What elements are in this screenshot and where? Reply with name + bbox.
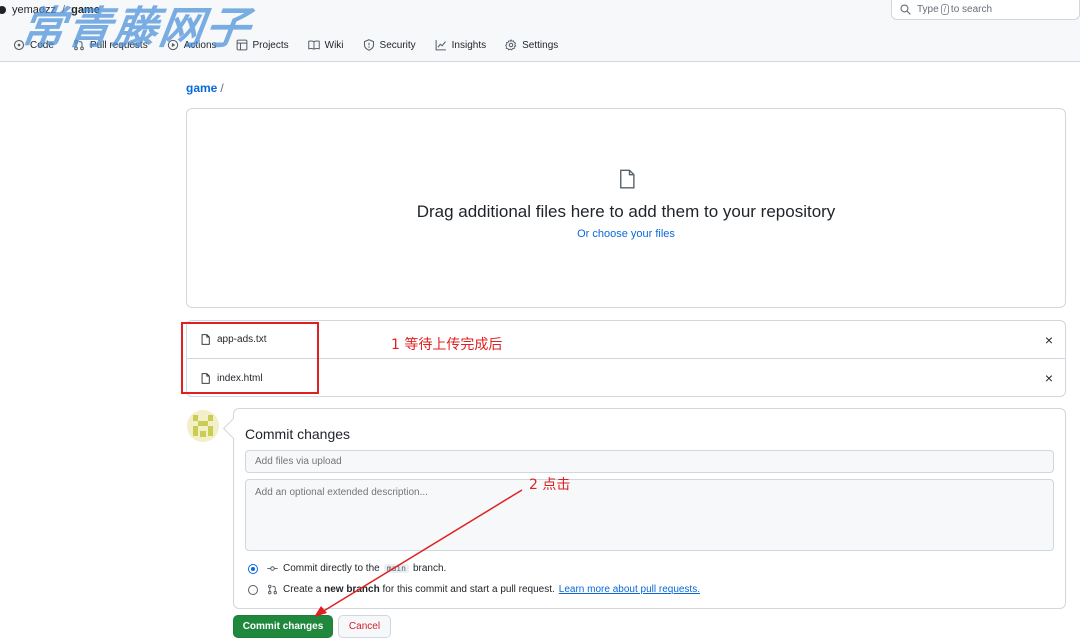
breadcrumb: game /: [186, 81, 224, 95]
remove-file-button[interactable]: ×: [1045, 332, 1053, 348]
dropzone-title: Drag additional files here to add them t…: [416, 202, 836, 221]
pull-request-icon: [74, 39, 84, 51]
tab-label: Code: [30, 39, 54, 51]
owner-avatar[interactable]: [0, 6, 6, 14]
repo-header: yemaozz / game Type / to search Code Pul…: [0, 0, 1080, 62]
commit-direct-suffix: branch.: [412, 563, 447, 574]
commit-new-branch-option[interactable]: Create a new branch for this commit and …: [248, 584, 700, 595]
dropzone-choose: Or choose your files: [187, 228, 1065, 240]
repo-link[interactable]: game: [71, 4, 100, 16]
gear-icon: [505, 39, 517, 51]
tab-label: Settings: [522, 39, 559, 51]
breadcrumb-repo-link[interactable]: game: [186, 81, 217, 95]
cancel-button[interactable]: Cancel: [338, 615, 391, 638]
tab-insights[interactable]: Insights: [435, 39, 486, 51]
file-icon: [201, 334, 210, 345]
tab-wiki[interactable]: Wiki: [307, 39, 344, 51]
annotation-step-1: 1 等待上传完成后: [391, 337, 503, 353]
list-item: index.html ×: [187, 359, 1065, 397]
graph-icon: [435, 40, 446, 51]
file-dropzone[interactable]: Drag additional files here to add them t…: [186, 108, 1066, 308]
file-icon: [620, 169, 635, 189]
commit-new-branch-radio[interactable]: [248, 584, 258, 595]
search-shortcut-key: /: [940, 4, 949, 15]
search-prefix: Type: [917, 4, 939, 15]
commit-summary-input[interactable]: [245, 450, 1054, 473]
repo-title: yemaozz / game: [0, 2, 100, 18]
search-icon: [900, 4, 911, 15]
choose-prefix: Or: [577, 228, 590, 240]
repo-separator: /: [62, 4, 66, 16]
book-icon: [307, 40, 320, 50]
tab-actions[interactable]: Actions: [167, 39, 217, 51]
tab-label: Security: [379, 39, 416, 51]
choose-files-link[interactable]: choose your files: [592, 228, 675, 240]
search-suffix: to search: [950, 4, 993, 15]
list-item: app-ads.txt ×: [187, 321, 1065, 359]
commit-title: Commit changes: [245, 426, 351, 442]
tab-code[interactable]: Code: [13, 39, 54, 51]
file-name: index.html: [217, 372, 263, 384]
file-name: app-ads.txt: [217, 334, 267, 345]
commit-new-suffix: for this commit and start a pull request…: [382, 584, 555, 595]
learn-more-link[interactable]: Learn more about pull requests.: [559, 584, 700, 595]
git-commit-icon: [267, 566, 278, 571]
shield-icon: [363, 39, 374, 51]
annotation-step-2: 2 点击: [529, 477, 571, 493]
commit-direct-label: Commit directly to the: [283, 563, 380, 574]
commit-direct-option[interactable]: Commit directly to the main branch.: [248, 563, 446, 574]
owner-link[interactable]: yemaozz: [12, 4, 56, 16]
code-icon: [13, 39, 25, 51]
commit-description-input[interactable]: [245, 479, 1054, 551]
table-icon: [236, 39, 247, 51]
play-icon: [167, 39, 178, 51]
remove-file-button[interactable]: ×: [1045, 370, 1053, 386]
breadcrumb-slash: /: [220, 81, 224, 95]
avatar: [187, 410, 219, 442]
pull-request-icon: [268, 584, 277, 595]
tab-projects[interactable]: Projects: [236, 39, 289, 51]
tab-label: Projects: [252, 39, 289, 51]
tab-security[interactable]: Security: [363, 39, 416, 51]
commit-form: Commit changes Commit directly to the ma…: [233, 408, 1066, 609]
tab-settings[interactable]: Settings: [505, 39, 558, 51]
identicon-icon: [187, 410, 219, 442]
branch-name: main: [383, 564, 409, 573]
tab-label: Actions: [183, 39, 217, 51]
tab-label: Pull requests: [89, 39, 148, 51]
tab-label: Insights: [451, 39, 487, 51]
commit-new-prefix: Create a: [283, 584, 322, 595]
tab-label: Wiki: [324, 39, 344, 51]
search-input[interactable]: Type / to search: [891, 0, 1080, 20]
commit-changes-button[interactable]: Commit changes: [233, 615, 333, 638]
tab-pull-requests[interactable]: Pull requests: [73, 39, 148, 51]
file-icon: [201, 372, 210, 384]
commit-direct-radio[interactable]: [248, 563, 258, 574]
uploaded-file-list: app-ads.txt × index.html ×: [186, 320, 1066, 397]
repo-tabs: Code Pull requests Actions Projects Wiki…: [0, 34, 564, 56]
commit-new-bold: new branch: [324, 584, 380, 595]
